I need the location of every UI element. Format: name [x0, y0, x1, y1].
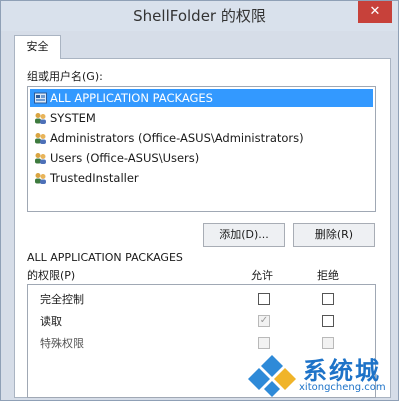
permissions-dialog: ShellFolder 的权限 ✕ 安全 组或用户名(G): ALL APPLI… — [0, 0, 399, 401]
permissions-heading: ALL APPLICATION PACKAGES — [27, 251, 183, 264]
window-title: ShellFolder 的权限 — [133, 7, 266, 25]
list-item-all-application-packages[interactable]: ALL APPLICATION PACKAGES — [30, 89, 373, 107]
deny-full-control-checkbox[interactable] — [322, 293, 334, 305]
title-bar: ShellFolder 的权限 ✕ — [1, 1, 398, 31]
permissions-heading-suffix: 的权限(P) — [27, 269, 76, 282]
allow-special-checkbox — [258, 337, 270, 349]
deny-column-header: 拒绝 — [317, 269, 339, 282]
users-icon — [35, 133, 46, 144]
list-item-label: SYSTEM — [50, 111, 96, 125]
permission-row-full-control: 完全控制 — [40, 293, 84, 306]
watermark-logo: 系统城 xitongcheng.com — [247, 351, 397, 399]
permission-row-special: 特殊权限 — [40, 337, 84, 350]
allow-column-header: 允许 — [251, 269, 273, 282]
remove-button[interactable]: 删除(R) — [293, 223, 375, 247]
users-icon — [35, 153, 46, 164]
close-button[interactable]: ✕ — [358, 1, 392, 23]
user-listbox[interactable]: ALL APPLICATION PACKAGES SYSTEM Administ… — [27, 86, 376, 212]
list-item-label: TrustedInstaller — [50, 171, 139, 185]
list-item-users[interactable]: Users (Office-ASUS\Users) — [30, 149, 373, 167]
watermark-url: xitongcheng.com — [299, 382, 386, 393]
allow-read-checkbox: ✓ — [258, 315, 270, 327]
deny-read-checkbox[interactable] — [322, 315, 334, 327]
users-icon — [35, 173, 46, 184]
add-button[interactable]: 添加(D)... — [203, 223, 285, 247]
allow-full-control-checkbox[interactable] — [258, 293, 270, 305]
list-item-label: Administrators (Office-ASUS\Administrato… — [50, 131, 304, 145]
permission-row-read: 读取 — [40, 315, 62, 328]
diamond-logo-icon — [248, 355, 296, 397]
list-item-label: Users (Office-ASUS\Users) — [50, 151, 200, 165]
list-item-administrators[interactable]: Administrators (Office-ASUS\Administrato… — [30, 129, 373, 147]
watermark-text: 系统城 — [303, 357, 381, 385]
list-item-system[interactable]: SYSTEM — [30, 109, 373, 127]
list-item-label: ALL APPLICATION PACKAGES — [50, 91, 213, 105]
deny-special-checkbox — [322, 337, 334, 349]
users-icon — [35, 113, 46, 124]
package-icon — [34, 92, 47, 104]
group-or-user-names-label: 组或用户名(G): — [27, 70, 103, 83]
tab-security[interactable]: 安全 — [14, 35, 61, 59]
list-item-trustedinstaller[interactable]: TrustedInstaller — [30, 169, 373, 187]
